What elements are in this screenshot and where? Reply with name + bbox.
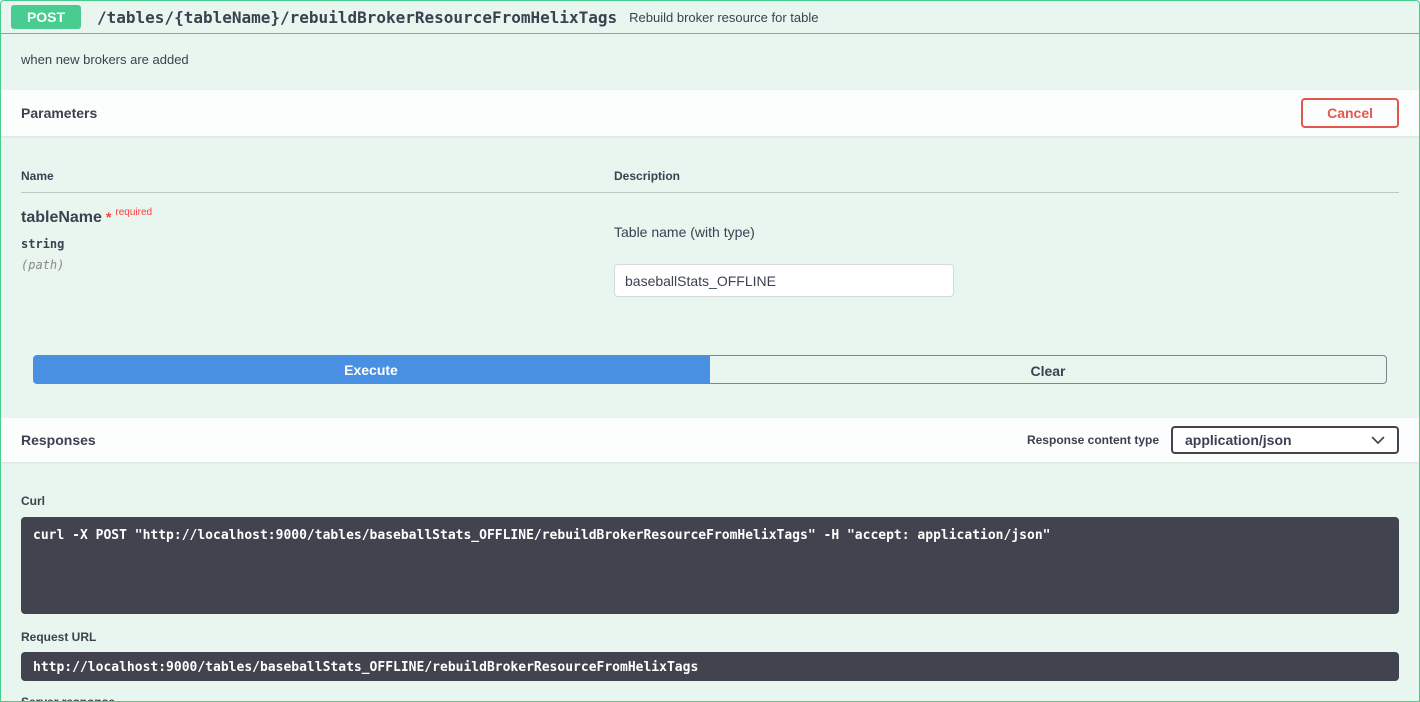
clear-button[interactable]: Clear <box>709 355 1387 384</box>
parameter-description: Table name (with type) <box>614 209 1399 240</box>
required-label: required <box>115 207 152 218</box>
chevron-down-icon <box>1371 436 1385 445</box>
responses-section-header: Responses Response content type applicat… <box>1 418 1419 462</box>
table-name-input[interactable] <box>614 264 954 297</box>
responses-body: Curl curl -X POST "http://localhost:9000… <box>1 494 1419 702</box>
parameters-title: Parameters <box>21 105 97 121</box>
cancel-button[interactable]: Cancel <box>1301 98 1399 128</box>
execute-button[interactable]: Execute <box>33 355 709 384</box>
parameter-name: tableName* required <box>21 209 614 227</box>
server-response-label: Server response <box>21 695 1399 702</box>
operation-block-post: POST /tables/{tableName}/rebuildBrokerRe… <box>0 0 1420 702</box>
execute-button-group: Execute Clear <box>33 355 1387 384</box>
request-url-value: http://localhost:9000/tables/baseballSta… <box>21 652 1399 681</box>
parameters-section-header: Parameters Cancel <box>1 90 1419 136</box>
endpoint-summary-bar[interactable]: POST /tables/{tableName}/rebuildBrokerRe… <box>1 1 1419 34</box>
parameters-table-header: Name Description <box>21 136 1399 193</box>
response-content-type-value: application/json <box>1185 432 1292 448</box>
endpoint-path: /tables/{tableName}/rebuildBrokerResourc… <box>97 8 617 27</box>
http-method-badge: POST <box>11 5 81 29</box>
parameter-type: string <box>21 237 614 251</box>
curl-label: Curl <box>21 494 1399 508</box>
parameter-name-cell: tableName* required string (path) <box>21 209 614 297</box>
parameters-body: Name Description tableName* required stri… <box>1 136 1419 384</box>
response-content-type-select[interactable]: application/json <box>1171 426 1399 454</box>
responses-title: Responses <box>21 432 96 448</box>
request-url-label: Request URL <box>21 630 1399 644</box>
endpoint-summary-text: Rebuild broker resource for table <box>629 10 818 25</box>
parameter-description-cell: Table name (with type) <box>614 209 1399 297</box>
column-header-name: Name <box>21 169 614 183</box>
parameter-location: (path) <box>21 258 614 272</box>
parameter-name-text: tableName <box>21 209 102 226</box>
column-header-description: Description <box>614 169 1399 183</box>
response-content-type-wrap: Response content type application/json <box>1027 426 1399 454</box>
curl-command: curl -X POST "http://localhost:9000/tabl… <box>21 517 1399 614</box>
required-asterisk: * <box>106 209 111 225</box>
parameter-row: tableName* required string (path) Table n… <box>21 193 1399 297</box>
endpoint-description: when new brokers are added <box>1 34 1419 90</box>
response-content-type-label: Response content type <box>1027 433 1159 447</box>
